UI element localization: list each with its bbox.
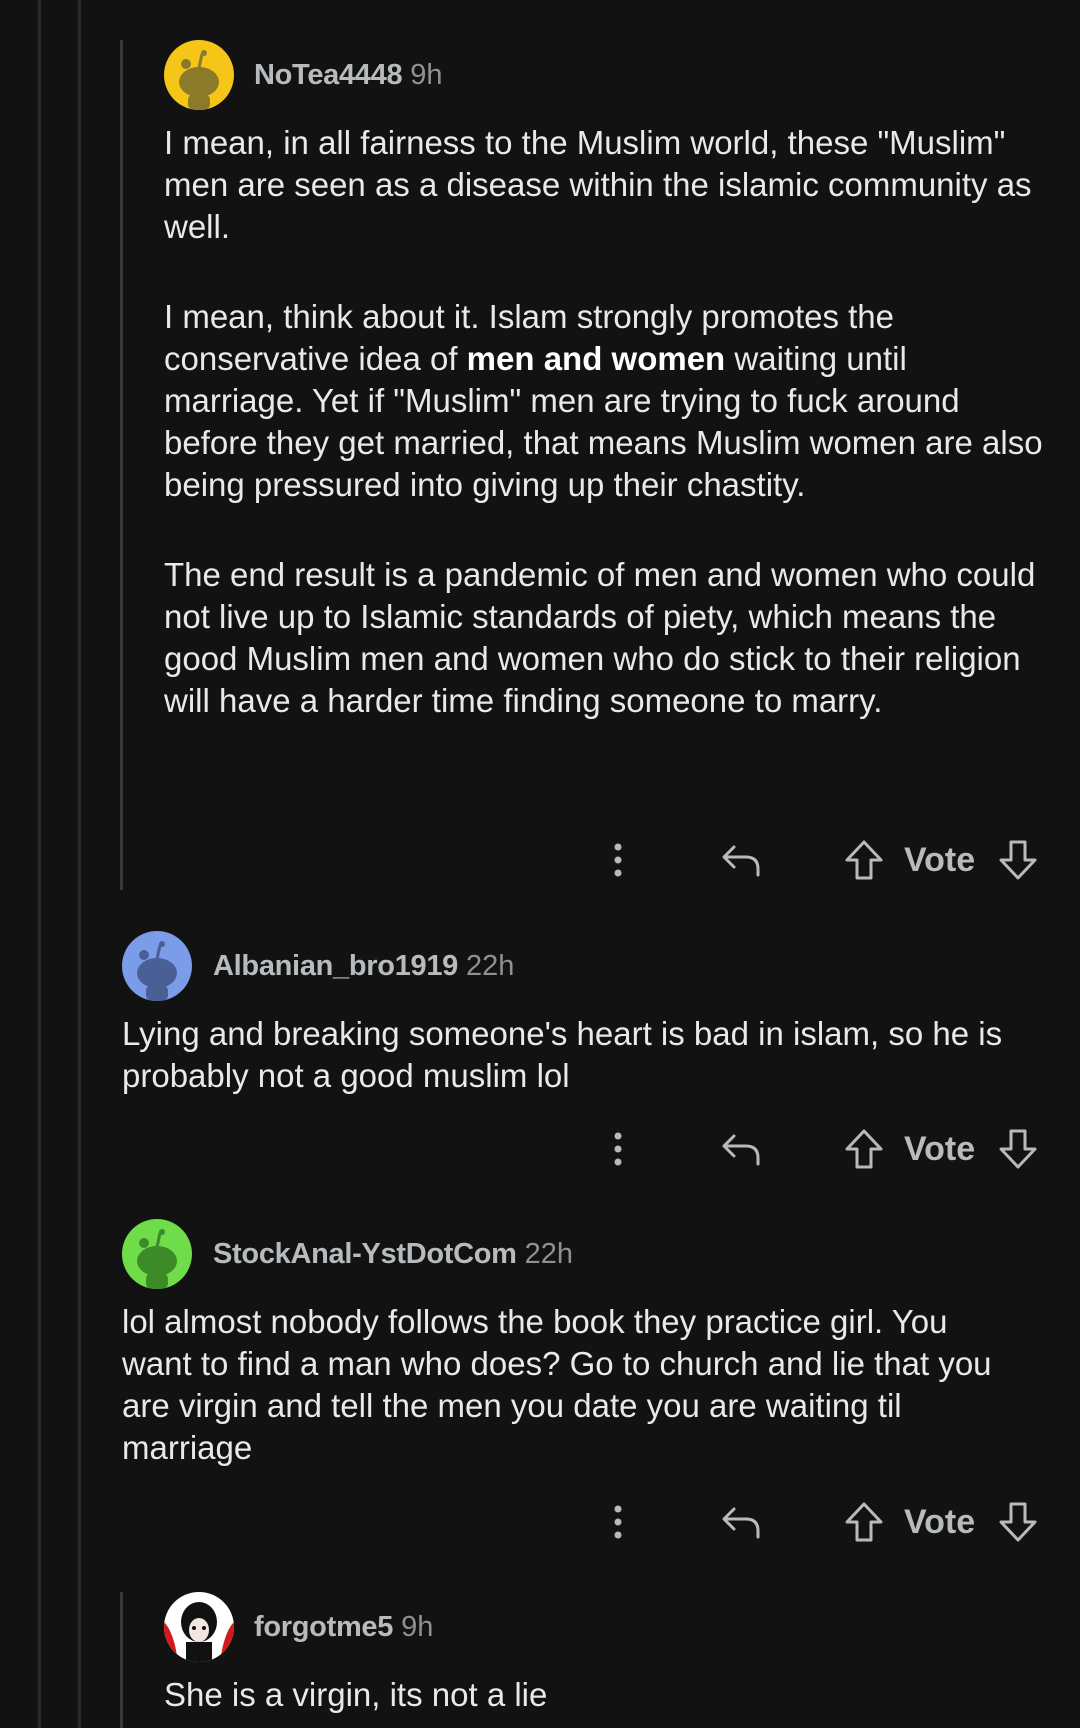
more-options-icon	[614, 1132, 622, 1166]
comment-body: I mean, in all fairness to the Muslim wo…	[164, 122, 1044, 722]
comment-meta: NoTea4448 9h	[254, 55, 443, 95]
upvote-button[interactable]	[842, 1119, 886, 1179]
downvote-icon	[999, 1502, 1037, 1542]
comment-body: lol almost nobody follows the book they …	[122, 1301, 1022, 1469]
more-options-button[interactable]	[600, 1119, 636, 1179]
comment-actions: Vote	[0, 1119, 1080, 1179]
vote-label: Vote	[904, 1130, 976, 1168]
downvote-button[interactable]	[996, 1492, 1040, 1552]
vote-label: Vote	[904, 1503, 976, 1541]
upvote-icon	[845, 1129, 883, 1169]
reply-button[interactable]	[716, 1492, 766, 1552]
comment-body: She is a virgin, its not a lie	[164, 1674, 1044, 1716]
comment-paragraph: She is a virgin, its not a lie	[164, 1676, 548, 1713]
comment-paragraph: Lying and breaking someone's heart is ba…	[122, 1015, 1003, 1094]
username[interactable]: NoTea4448	[254, 59, 403, 91]
reply-icon	[722, 845, 760, 877]
comment-age: 9h	[401, 1611, 434, 1643]
thread-line-reply-1	[120, 40, 123, 890]
username[interactable]: Albanian_bro1919	[213, 950, 458, 982]
comment-meta: forgotme5 9h	[254, 1607, 433, 1647]
upvote-icon	[845, 840, 883, 880]
upvote-button[interactable]	[842, 1492, 886, 1552]
avatar[interactable]	[164, 40, 234, 110]
reply-button[interactable]	[716, 830, 766, 890]
downvote-icon	[999, 840, 1037, 880]
comment-age: 9h	[410, 59, 443, 91]
snoo-avatar-icon	[164, 40, 234, 110]
custom-avatar-icon	[164, 1592, 234, 1662]
username[interactable]: StockAnal-YstDotCom	[213, 1238, 517, 1270]
comment-paragraph: I mean, think about it. Islam strongly p…	[164, 298, 1043, 503]
comment-actions: Vote	[0, 830, 1080, 890]
avatar[interactable]	[122, 1219, 192, 1289]
thread-line-reply-4	[120, 1592, 123, 1728]
reply-button[interactable]	[716, 1119, 766, 1179]
comment-meta: StockAnal-YstDotCom 22h	[213, 1234, 573, 1274]
username[interactable]: forgotme5	[254, 1611, 393, 1643]
comment-body: Lying and breaking someone's heart is ba…	[122, 1013, 1022, 1097]
comment-age: 22h	[524, 1238, 574, 1270]
comment-actions: Vote	[0, 1492, 1080, 1552]
more-options-button[interactable]	[600, 1492, 636, 1552]
bold-text: men and women	[466, 340, 726, 377]
snoo-avatar-icon	[122, 1219, 192, 1289]
snoo-avatar-icon	[122, 931, 192, 1001]
reply-icon	[722, 1134, 760, 1166]
more-options-button[interactable]	[600, 830, 636, 890]
avatar[interactable]	[164, 1592, 234, 1662]
vote-label: Vote	[904, 841, 976, 879]
more-options-icon	[614, 1505, 622, 1539]
avatar[interactable]	[122, 931, 192, 1001]
downvote-icon	[999, 1129, 1037, 1169]
upvote-icon	[845, 1502, 883, 1542]
downvote-button[interactable]	[996, 830, 1040, 890]
comment-meta: Albanian_bro1919 22h	[213, 946, 514, 986]
upvote-button[interactable]	[842, 830, 886, 890]
comment-paragraph: I mean, in all fairness to the Muslim wo…	[164, 124, 1032, 245]
reply-icon	[722, 1507, 760, 1539]
more-options-icon	[614, 843, 622, 877]
comment-paragraph: The end result is a pandemic of men and …	[164, 556, 1036, 719]
downvote-button[interactable]	[996, 1119, 1040, 1179]
comment-age: 22h	[466, 950, 515, 982]
comment-paragraph: lol almost nobody follows the book they …	[122, 1303, 992, 1466]
